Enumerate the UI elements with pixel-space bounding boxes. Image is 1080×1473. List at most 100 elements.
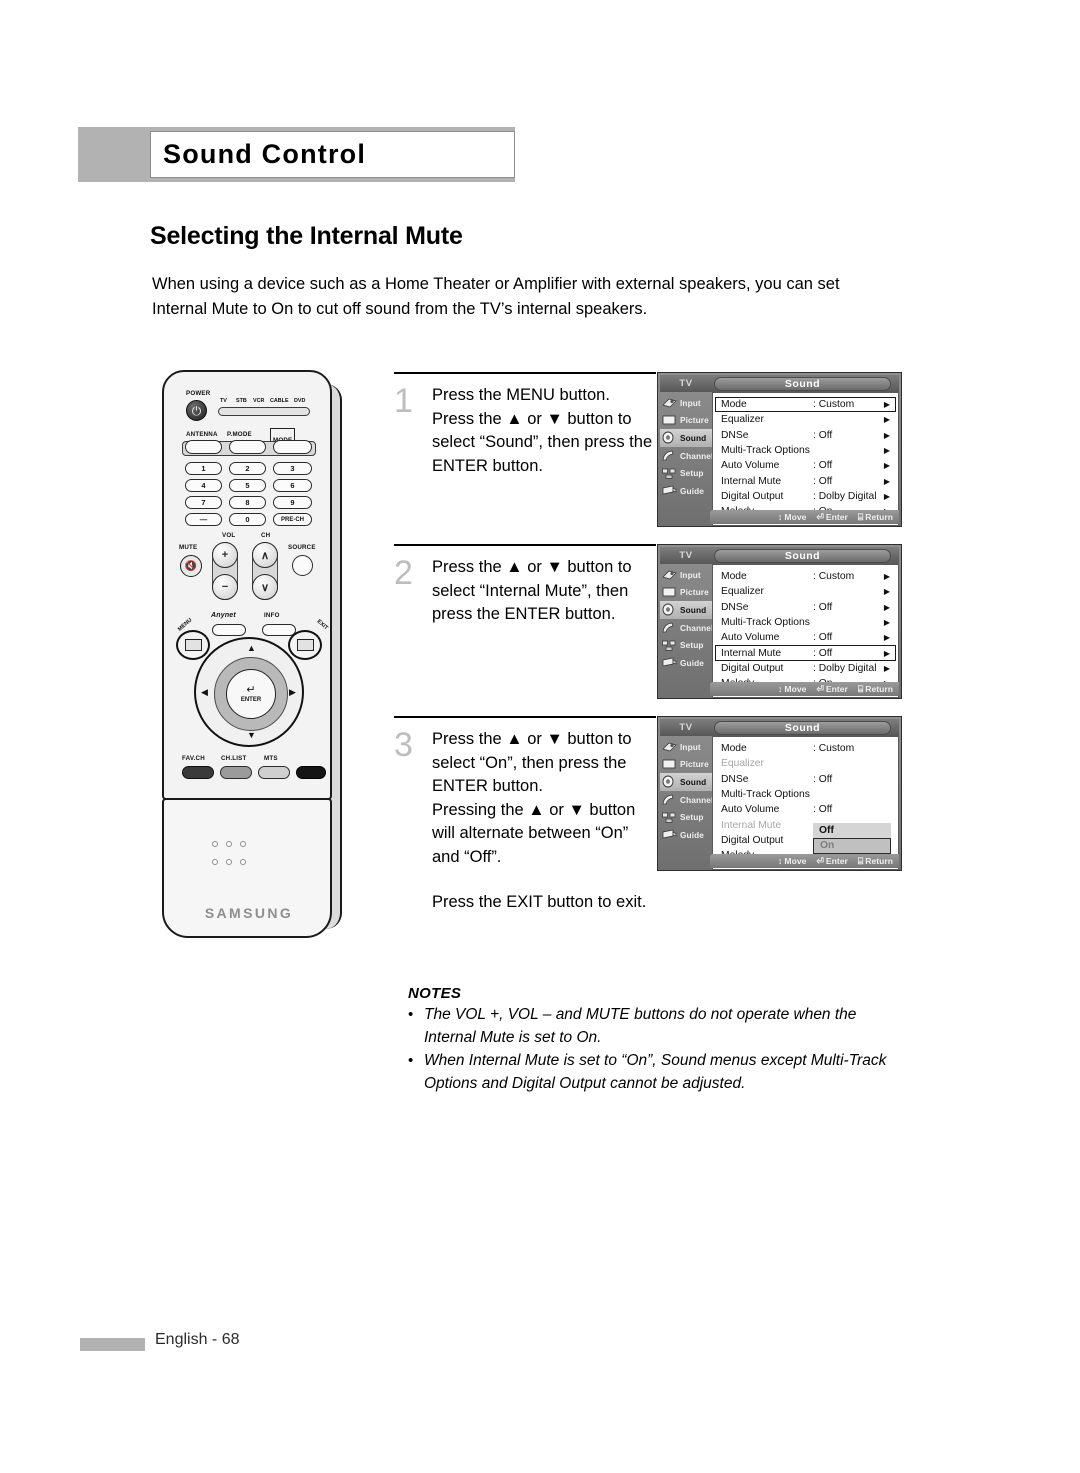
ch-list-button[interactable] [220, 766, 252, 779]
osd-sidebar-item-channel[interactable]: Channel [660, 619, 713, 637]
dpad-up-icon[interactable]: ▲ [247, 644, 256, 653]
mute-button[interactable]: 🔇 [180, 555, 202, 577]
osd-row-internal-mute[interactable]: Internal Mute : Off ▶ [715, 645, 896, 661]
fav-ch-button[interactable] [182, 766, 214, 779]
osd-sidebar-item-channel[interactable]: Channel [660, 447, 713, 465]
osd-row-multi-track-options[interactable]: Multi-Track Options ▶ [715, 615, 896, 630]
key-pre-ch[interactable]: PRE-CH [273, 513, 312, 526]
osd-sidebar-item-input[interactable]: Input [660, 738, 712, 756]
key-8[interactable]: 8 [229, 496, 266, 509]
key-dash[interactable]: — [185, 513, 222, 526]
dropdown-option-on[interactable]: On [813, 838, 891, 854]
osd-hint-return: ⌸ Return [858, 856, 893, 867]
osd-row-name: Digital Output [721, 662, 784, 674]
key-0[interactable]: 0 [229, 513, 266, 526]
osd-row-multi-track-options[interactable]: Multi-Track Options [715, 787, 896, 802]
osd-row-auto-volume[interactable]: Auto Volume : Off ▶ [715, 630, 896, 645]
channel-up-button[interactable]: ∧ [252, 542, 278, 568]
osd-row-dnse[interactable]: DNSe : Off ▶ [715, 600, 896, 615]
key-2[interactable]: 2 [229, 462, 266, 475]
volume-down-button[interactable]: − [212, 574, 238, 600]
key-4[interactable]: 4 [185, 479, 222, 492]
osd-sidebar-item-input[interactable]: Input [660, 566, 712, 584]
osd-row-name: DNSe [721, 773, 749, 785]
remote-upper-body: POWER ⏻ TV STB VCR CABLE DVD ANTENNA P.M… [162, 370, 332, 800]
osd-row-dnse[interactable]: DNSe : Off [715, 772, 896, 787]
osd-sidebar-item-setup[interactable]: Setup [660, 464, 712, 482]
osd-sidebar-item-setup[interactable]: Setup [660, 636, 712, 654]
osd-row-digital-output[interactable]: Digital Output : Dolby Digital ▶ [715, 661, 896, 676]
antenna-button[interactable] [185, 440, 222, 454]
osd-row-digital-output[interactable]: Digital Output : Dolby Digital ▶ [715, 489, 896, 504]
osd-row-mode[interactable]: Mode : Custom ▶ [715, 569, 896, 584]
osd-row-equalizer[interactable]: Equalizer ▶ [715, 584, 896, 599]
osd-row-mode[interactable]: Mode : Custom ▶ [715, 397, 896, 413]
osd-row-equalizer[interactable]: Equalizer ▶ [715, 412, 896, 427]
key-5[interactable]: 5 [229, 479, 266, 492]
chevron-right-icon: ▶ [883, 572, 891, 582]
osd-row-multi-track-options[interactable]: Multi-Track Options ▶ [715, 443, 896, 458]
step-2-text: Press the ▲ or ▼ button to select “Inter… [432, 556, 656, 627]
step-1-line-2: Press the ▲ or ▼ button to select “Sound… [432, 409, 653, 475]
osd-row-value: : Off [813, 647, 833, 659]
osd-sidebar-item-sound[interactable]: Sound [660, 601, 712, 619]
key-9[interactable]: 9 [273, 496, 312, 509]
osd-row-name: Multi-Track Options [721, 617, 810, 629]
osd-panel-3: TV Sound Input Picture Sound Channel Set… [657, 716, 902, 871]
osd-row-auto-volume[interactable]: Auto Volume : Off [715, 802, 896, 817]
source-button[interactable] [292, 555, 313, 576]
key-1[interactable]: 1 [185, 462, 222, 475]
osd-sidebar-item-guide[interactable]: Guide [660, 482, 712, 500]
osd-row-mode[interactable]: Mode : Custom [715, 741, 896, 756]
dpad-right-icon[interactable]: ▶ [289, 688, 296, 697]
osd-row-name: Equalizer [721, 586, 764, 598]
navigation-dpad[interactable]: ▲ ▼ ◀ ▶ ↵ ENTER [194, 637, 304, 747]
device-mode-dvd-label: DVD [294, 398, 306, 404]
menu-button[interactable] [176, 630, 210, 660]
step-2: 2 Press the ▲ or ▼ button to select “Int… [394, 544, 656, 704]
chevron-right-icon: ▶ [883, 633, 891, 643]
dropdown-option-off[interactable]: Off [813, 823, 891, 839]
osd-sidebar-item-guide[interactable]: Guide [660, 826, 712, 844]
volume-up-button[interactable]: + [212, 542, 238, 568]
osd-sidebar-item-channel[interactable]: Channel [660, 791, 713, 809]
key-6[interactable]: 6 [273, 479, 312, 492]
key-7[interactable]: 7 [185, 496, 222, 509]
anynet-button[interactable] [212, 624, 246, 636]
channel-down-button[interactable]: ∨ [252, 574, 278, 600]
osd-source-label: TV [679, 378, 693, 389]
mode-button[interactable] [273, 440, 312, 454]
osd-sidebar-item-picture[interactable]: Picture [660, 584, 712, 602]
osd-row-dnse[interactable]: DNSe : Off ▶ [715, 428, 896, 443]
osd-row-internal-mute[interactable]: Internal Mute : Off ▶ [715, 473, 896, 488]
osd-sidebar-label: Picture [680, 759, 709, 770]
osd-row-value: : Dolby Digital [813, 490, 877, 502]
osd-row-auto-volume[interactable]: Auto Volume : Off ▶ [715, 458, 896, 473]
unlabeled-button[interactable] [296, 766, 326, 779]
info-button[interactable] [262, 624, 296, 636]
dpad-down-icon[interactable]: ▼ [247, 731, 256, 740]
internal-mute-dropdown[interactable]: Off On [813, 823, 891, 854]
osd-sidebar-item-picture[interactable]: Picture [660, 756, 712, 774]
osd-sidebar-item-sound[interactable]: Sound [660, 773, 712, 791]
chevron-right-icon: ▶ [883, 415, 891, 425]
osd-row-equalizer: Equalizer [715, 756, 896, 771]
osd-sidebar-item-sound[interactable]: Sound [660, 429, 712, 447]
pmode-button[interactable] [229, 440, 266, 454]
osd-sidebar-item-guide[interactable]: Guide [660, 654, 712, 672]
step-2-number: 2 [394, 554, 413, 592]
power-button[interactable]: ⏻ [186, 400, 207, 421]
osd-hint-bar: ↕ Move ⏎ Enter ⌸ Return [710, 854, 899, 868]
enter-button[interactable]: ↵ ENTER [226, 669, 276, 719]
osd-hint-return-label: Return [865, 512, 893, 522]
osd-sidebar-item-setup[interactable]: Setup [660, 808, 712, 826]
chevron-right-icon: ▶ [883, 430, 891, 440]
osd-sidebar-label: Guide [680, 829, 705, 840]
osd-sidebar-label: Input [680, 569, 701, 580]
mts-button[interactable] [258, 766, 290, 779]
key-3[interactable]: 3 [273, 462, 312, 475]
dpad-left-icon[interactable]: ◀ [201, 688, 208, 697]
exit-button[interactable] [288, 630, 322, 660]
osd-sidebar-item-input[interactable]: Input [660, 394, 712, 412]
osd-sidebar-item-picture[interactable]: Picture [660, 412, 712, 430]
